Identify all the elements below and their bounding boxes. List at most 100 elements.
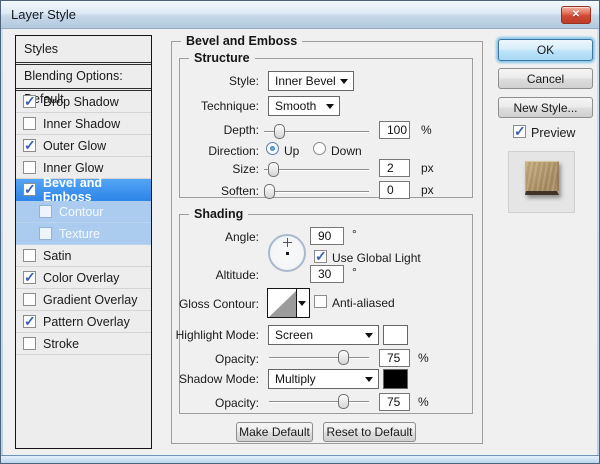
direction-down-radio[interactable] bbox=[313, 142, 326, 155]
shadow-color-swatch[interactable] bbox=[383, 369, 408, 389]
make-default-button[interactable]: Make Default bbox=[236, 422, 313, 442]
layer-style-dialog: Layer Style ✕ Styles Blending Options: D… bbox=[0, 0, 600, 464]
sidebar-item-label: Inner Glow bbox=[43, 161, 103, 175]
shadow-opacity-thumb[interactable] bbox=[338, 394, 349, 409]
soften-slider[interactable] bbox=[264, 184, 369, 199]
altitude-unit: ° bbox=[352, 265, 357, 279]
depth-label: Depth: bbox=[224, 123, 259, 137]
chevron-down-icon bbox=[365, 333, 373, 338]
sidebar-item-bevel-and-emboss[interactable]: Bevel and Emboss bbox=[16, 179, 151, 201]
shadow-opacity-slider[interactable] bbox=[269, 394, 369, 409]
sidebar-item-stroke[interactable]: Stroke bbox=[16, 333, 151, 355]
soften-unit: px bbox=[421, 183, 434, 197]
outer-glow-checkbox[interactable] bbox=[23, 139, 36, 152]
style-preview-panel bbox=[508, 151, 575, 213]
highlight-opacity-thumb[interactable] bbox=[338, 350, 349, 365]
chevron-down-icon bbox=[365, 377, 373, 382]
contour-checkbox[interactable] bbox=[39, 205, 52, 218]
preview-label: Preview bbox=[531, 126, 575, 140]
gradient-overlay-checkbox[interactable] bbox=[23, 293, 36, 306]
sidebar-item-color-overlay[interactable]: Color Overlay bbox=[16, 267, 151, 289]
size-label: Size: bbox=[232, 162, 259, 176]
highlight-color-swatch[interactable] bbox=[383, 325, 408, 345]
window-frame-bottom bbox=[1, 455, 599, 463]
sidebar-item-blending-options[interactable]: Blending Options: Default bbox=[16, 65, 151, 88]
inner-glow-checkbox[interactable] bbox=[23, 161, 36, 174]
depth-slider-thumb[interactable] bbox=[274, 124, 285, 139]
close-icon: ✕ bbox=[572, 9, 580, 20]
sidebar-item-inner-shadow[interactable]: Inner Shadow bbox=[16, 113, 151, 135]
soften-slider-thumb[interactable] bbox=[264, 184, 275, 199]
close-button[interactable]: ✕ bbox=[561, 6, 591, 24]
size-slider-thumb[interactable] bbox=[268, 162, 279, 177]
direction-up-label: Up bbox=[284, 144, 299, 158]
soften-label: Soften: bbox=[221, 184, 259, 198]
sidebar-item-texture[interactable]: Texture bbox=[16, 223, 151, 245]
shadow-opacity-input[interactable] bbox=[379, 393, 410, 411]
size-input[interactable] bbox=[379, 159, 410, 177]
slider-track bbox=[269, 401, 369, 402]
chevron-down-icon bbox=[326, 104, 334, 109]
cancel-button[interactable]: Cancel bbox=[498, 68, 593, 89]
stroke-checkbox[interactable] bbox=[23, 337, 36, 350]
reset-to-default-button[interactable]: Reset to Default bbox=[323, 422, 416, 442]
sidebar-item-label: Outer Glow bbox=[43, 139, 106, 153]
bevel-emboss-checkbox[interactable] bbox=[23, 183, 36, 196]
highlight-opacity-input[interactable] bbox=[379, 349, 410, 367]
sidebar-item-outer-glow[interactable]: Outer Glow bbox=[16, 135, 151, 157]
slider-track bbox=[264, 169, 369, 170]
contour-shape bbox=[269, 291, 296, 317]
sidebar-item-label: Drop Shadow bbox=[43, 95, 119, 109]
highlight-mode-value: Screen bbox=[275, 328, 313, 342]
gloss-contour-picker[interactable] bbox=[267, 288, 310, 318]
satin-checkbox[interactable] bbox=[23, 249, 36, 262]
title-bar: Layer Style ✕ bbox=[1, 1, 599, 29]
highlight-opacity-slider[interactable] bbox=[269, 350, 369, 365]
drop-shadow-checkbox[interactable] bbox=[23, 95, 36, 108]
shadow-mode-select[interactable]: Multiply bbox=[268, 369, 379, 389]
angle-input[interactable] bbox=[310, 227, 344, 245]
altitude-label: Altitude: bbox=[216, 268, 259, 282]
ok-button[interactable]: OK bbox=[498, 39, 593, 61]
contour-thumbnail bbox=[268, 289, 297, 317]
soften-input[interactable] bbox=[379, 181, 410, 199]
opacity1-label: Opacity: bbox=[215, 352, 259, 366]
highlight-mode-select[interactable]: Screen bbox=[268, 325, 379, 345]
sidebar-item-gradient-overlay[interactable]: Gradient Overlay bbox=[16, 289, 151, 311]
sidebar-item-label: Pattern Overlay bbox=[43, 315, 130, 329]
angle-unit: ° bbox=[352, 227, 357, 241]
angle-dial[interactable] bbox=[268, 234, 306, 272]
depth-input[interactable] bbox=[379, 121, 410, 139]
sidebar-item-label: Bevel and Emboss bbox=[43, 176, 151, 204]
chevron-down-icon bbox=[340, 79, 348, 84]
pattern-overlay-checkbox[interactable] bbox=[23, 315, 36, 328]
direction-up-radio[interactable] bbox=[266, 142, 279, 155]
style-preview-thumbnail bbox=[525, 161, 559, 195]
chevron-down-icon bbox=[298, 301, 306, 306]
angle-indicator-icon bbox=[283, 238, 292, 247]
sidebar-item-satin[interactable]: Satin bbox=[16, 245, 151, 267]
altitude-input[interactable] bbox=[310, 265, 344, 283]
style-select[interactable]: Inner Bevel bbox=[268, 71, 354, 91]
use-global-light-checkbox[interactable] bbox=[314, 250, 327, 263]
shading-title: Shading bbox=[189, 207, 248, 221]
technique-select[interactable]: Smooth bbox=[268, 96, 340, 116]
color-overlay-checkbox[interactable] bbox=[23, 271, 36, 284]
sidebar-item-pattern-overlay[interactable]: Pattern Overlay bbox=[16, 311, 151, 333]
size-slider[interactable] bbox=[264, 162, 369, 177]
inner-shadow-checkbox[interactable] bbox=[23, 117, 36, 130]
dial-center-dot bbox=[286, 252, 289, 255]
sidebar-item-label: Gradient Overlay bbox=[43, 293, 137, 307]
slider-track bbox=[269, 357, 369, 358]
anti-aliased-checkbox[interactable] bbox=[314, 295, 327, 308]
depth-slider[interactable] bbox=[264, 124, 369, 139]
new-style-button[interactable]: New Style... bbox=[498, 97, 593, 118]
sidebar-item-contour[interactable]: Contour bbox=[16, 201, 151, 223]
panel-title: Bevel and Emboss bbox=[181, 34, 302, 48]
preview-checkbox[interactable] bbox=[513, 125, 526, 138]
styles-list: Styles Blending Options: Default Drop Sh… bbox=[15, 35, 152, 449]
anti-aliased-label: Anti-aliased bbox=[332, 296, 395, 310]
structure-title: Structure bbox=[189, 51, 255, 65]
depth-unit: % bbox=[421, 123, 432, 137]
texture-checkbox[interactable] bbox=[39, 227, 52, 240]
